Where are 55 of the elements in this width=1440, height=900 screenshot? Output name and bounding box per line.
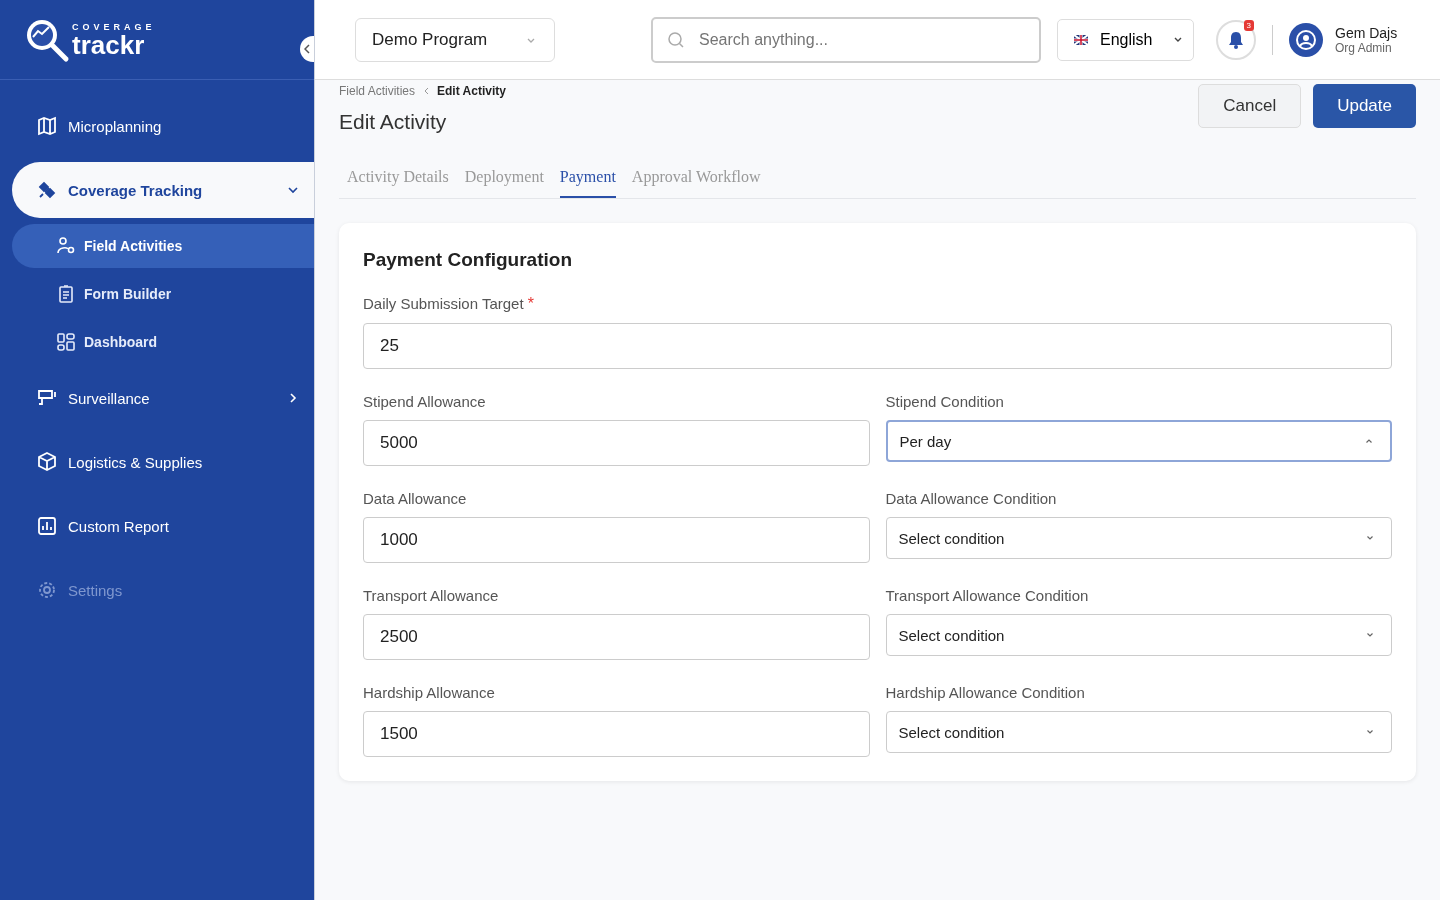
nav-item[interactable]: Surveillance: [12, 370, 314, 426]
field-label: Stipend Condition: [885, 393, 1005, 410]
input-field[interactable]: 25: [363, 323, 1392, 369]
logo-subtitle: COVERAGE: [72, 21, 156, 32]
breadcrumb-link[interactable]: Edit Activity: [437, 84, 506, 98]
field-label: Transport Allowance: [363, 587, 500, 604]
chart-icon: [36, 515, 58, 537]
search-field[interactable]: Search anything...: [651, 16, 1041, 63]
bell-icon: [1227, 29, 1245, 50]
breadcrumb-link[interactable]: Field Activities: [339, 84, 416, 98]
field-label: Transport Allowance Condition: [885, 587, 1090, 604]
condition-select[interactable]: Per day: [885, 420, 1392, 462]
required-mark: *: [527, 295, 534, 313]
input-field[interactable]: 5000: [363, 420, 870, 466]
card-title: Payment Configuration: [363, 249, 573, 271]
program-select[interactable]: Demo Program: [355, 17, 555, 62]
condition-select[interactable]: Select condition: [885, 614, 1392, 656]
field-label: Hardship Allowance: [363, 684, 496, 701]
nav-item[interactable]: Microplanning: [12, 98, 314, 154]
notification-count: 3: [1243, 19, 1254, 31]
notifications-button[interactable]: 3: [1216, 19, 1256, 60]
nav-item[interactable]: Logistics & Supplies: [12, 434, 314, 490]
input-field[interactable]: 1000: [363, 517, 870, 563]
nav-subitem[interactable]: Form Builder: [12, 272, 314, 316]
cancel-button[interactable]: Cancel: [1198, 84, 1302, 128]
gear-icon: [36, 579, 58, 601]
field-label: Daily Submission Target: [363, 295, 524, 313]
collapse-button[interactable]: [300, 36, 314, 62]
grid-icon: [56, 332, 76, 352]
update-button[interactable]: Update: [1313, 84, 1416, 128]
chevron-left-icon: [304, 44, 310, 54]
user-avatar-icon[interactable]: [1289, 22, 1323, 57]
flag-icon: [1074, 34, 1088, 45]
nav-subitem[interactable]: Field Activities: [12, 224, 314, 268]
condition-select[interactable]: Select condition: [885, 711, 1392, 753]
logo-title: trackr: [72, 31, 145, 58]
condition-select[interactable]: Select condition: [885, 517, 1392, 559]
nav-item[interactable]: Coverage Tracking: [12, 162, 314, 218]
user-role: Org Admin: [1335, 40, 1392, 55]
field-label: Data Allowance Condition: [885, 490, 1058, 507]
page-title: Edit Activity: [339, 110, 448, 134]
clipboard-icon: [56, 284, 76, 304]
nav-subitem[interactable]: Dashboard: [12, 320, 314, 364]
field-label: Hardship Allowance Condition: [885, 684, 1086, 701]
input-field[interactable]: 1500: [363, 711, 870, 757]
user-gear-icon: [56, 236, 76, 256]
user-name: Gem Dajs: [1335, 24, 1398, 41]
input-field[interactable]: 2500: [363, 614, 870, 660]
field-label: Data Allowance: [363, 490, 468, 507]
map-icon: [36, 115, 58, 137]
box-icon: [36, 451, 58, 473]
tab[interactable]: Payment: [559, 160, 616, 198]
language-select[interactable]: English: [1057, 18, 1194, 61]
nav-item[interactable]: Custom Report: [12, 498, 314, 554]
field-label: Stipend Allowance: [363, 393, 487, 410]
